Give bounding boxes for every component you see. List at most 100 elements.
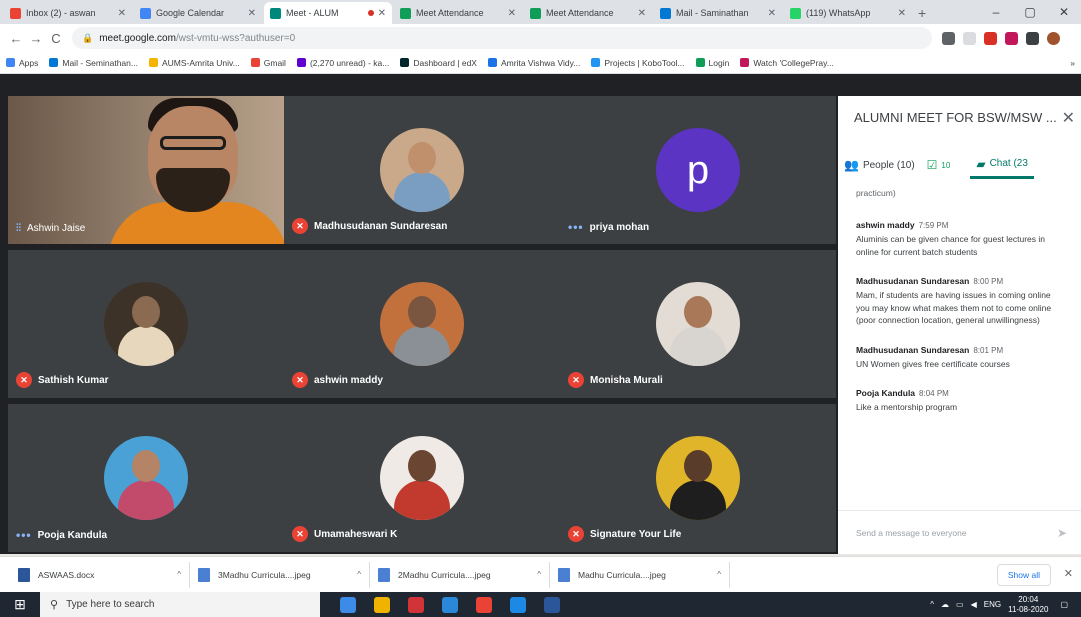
download-options-caret-icon[interactable]: ^ — [177, 570, 181, 579]
participant-tile[interactable]: ✕ Sathish Kumar — [8, 250, 284, 398]
tab-close-icon[interactable]: ✕ — [118, 8, 126, 19]
bookmark-label: AUMS-Amrita Univ... — [161, 57, 240, 68]
forward-button[interactable]: → — [26, 31, 46, 46]
participant-name: Pooja Kandula — [37, 529, 108, 541]
new-tab-button[interactable]: + — [918, 2, 926, 24]
chevron-up-icon[interactable]: ^ — [930, 600, 934, 609]
participant-name: Monisha Murali — [590, 374, 663, 386]
puzzle-icon[interactable] — [1026, 31, 1039, 45]
taskbar-app-icon[interactable] — [476, 596, 492, 613]
tab-close-icon[interactable]: ✕ — [378, 8, 386, 19]
tab-close-icon[interactable]: ✕ — [508, 8, 516, 19]
tab-close-icon[interactable]: ✕ — [898, 8, 906, 19]
bookmarks-bar: Apps Mail - Seminathan... AUMS-Amrita Univ… — [0, 52, 1081, 74]
window-close-button[interactable]: ✕ — [1047, 0, 1081, 24]
tab-close-icon[interactable]: ✕ — [248, 8, 256, 19]
bookmark-item[interactable]: Login — [695, 58, 729, 68]
notifications-icon[interactable]: ▢ — [1060, 600, 1068, 609]
participant-tile[interactable]: ••• Pooja Kandula — [8, 404, 284, 552]
participant-tile[interactable]: ✕ Madhusudanan Sundaresan — [284, 96, 560, 244]
tab-favicon-icon — [530, 7, 541, 19]
show-all-button[interactable]: Show all — [996, 564, 1051, 586]
language-indicator[interactable]: ENG — [984, 600, 1001, 609]
tab-title: Meet Attendance — [546, 8, 614, 18]
taskbar-app-icon[interactable] — [442, 596, 458, 613]
bookmark-item[interactable]: Projects | KoboTool... — [591, 58, 685, 68]
participant-avatar — [380, 436, 464, 520]
taskbar-app-icon[interactable] — [408, 596, 424, 613]
bookmark-item[interactable]: Mail - Seminathan... — [49, 58, 138, 68]
send-icon[interactable]: ➤ — [1057, 526, 1067, 540]
participant-tile[interactable]: ✕ ashwin maddy — [284, 250, 560, 398]
taskbar-search-input[interactable]: ⚲ Type here to search — [40, 592, 320, 617]
bookmark-item[interactable]: Dashboard | edX — [400, 58, 477, 68]
chat-input-placeholder: Send a message to everyone — [856, 527, 967, 538]
bookmark-item[interactable]: Amrita Vishwa Vidy... — [487, 58, 580, 68]
browser-tab[interactable]: Meet - ALUM ✕ — [264, 2, 392, 24]
download-options-caret-icon[interactable]: ^ — [717, 570, 721, 579]
download-item[interactable]: 2Madhu Curricula....jpeg ^ — [370, 561, 550, 588]
more-options-icon[interactable]: ••• — [16, 528, 32, 542]
participant-tile[interactable]: p ••• priya mohan — [560, 96, 836, 244]
tab-people[interactable]: 👥 People (10) — [838, 151, 921, 179]
star-icon[interactable] — [963, 31, 976, 45]
downloads-close-button[interactable]: ✕ — [1064, 567, 1073, 580]
url-input[interactable]: 🔒 meet.google.com /wst-vmtu-wss?authuser… — [72, 27, 932, 49]
chat-input[interactable]: Send a message to everyone ➤ — [838, 510, 1081, 554]
clock[interactable]: 20:04 11-08-2020 — [1008, 595, 1048, 615]
bookmarks-more-button[interactable]: » — [1070, 58, 1075, 68]
participant-tile[interactable]: ✕ Signature Your Life — [560, 404, 836, 552]
more-options-icon[interactable]: ••• — [568, 220, 584, 234]
bookmark-item[interactable]: (2,270 unread) - ka... — [296, 58, 389, 68]
bookmark-item[interactable]: Apps — [6, 58, 38, 68]
tab-tasks[interactable]: ☑ 10 — [921, 151, 957, 179]
extension-icon[interactable] — [984, 31, 997, 45]
chat-message: Pooja Kandula 8:04 PM Like a mentorship pr… — [856, 388, 1063, 414]
volume-icon[interactable]: ◀ — [971, 600, 977, 609]
taskbar-app-icon[interactable] — [374, 596, 390, 613]
camera-icon[interactable] — [942, 31, 955, 45]
download-options-caret-icon[interactable]: ^ — [357, 570, 361, 579]
back-button[interactable]: ← — [6, 31, 26, 46]
browser-tab[interactable]: Meet Attendance ✕ — [394, 2, 522, 24]
bookmark-item[interactable]: Watch 'CollegePray... — [740, 58, 834, 68]
minimize-button[interactable]: – — [979, 0, 1013, 24]
tab-favicon-icon — [790, 7, 801, 19]
download-item[interactable]: Madhu Curricula....jpeg ^ — [550, 561, 730, 588]
panel-close-button[interactable]: ✕ — [1062, 108, 1075, 128]
participant-tile[interactable]: ⫶⫶ Ashwin Jaise — [8, 96, 284, 244]
browser-tab[interactable]: Meet Attendance ✕ — [524, 2, 652, 24]
reload-button[interactable]: C — [46, 31, 66, 46]
tab-close-icon[interactable]: ✕ — [638, 8, 646, 19]
taskbar-app-icon[interactable] — [340, 596, 356, 613]
download-item[interactable]: 3Madhu Curricula....jpeg ^ — [190, 561, 370, 588]
participant-name: Umamaheswari K — [314, 528, 398, 540]
battery-icon[interactable]: ▭ — [956, 600, 964, 609]
bookmark-label: Apps — [19, 57, 39, 68]
maximize-button[interactable]: ▢ — [1013, 0, 1047, 24]
taskbar-app-icon[interactable] — [544, 596, 560, 613]
taskbar-app-icon[interactable] — [510, 596, 526, 613]
participant-tile[interactable]: ✕ Umamaheswari K — [284, 404, 560, 552]
bookmark-item[interactable]: AUMS-Amrita Univ... — [148, 57, 240, 68]
network-icon[interactable]: ☁ — [941, 600, 949, 609]
browser-tab[interactable]: (119) WhatsApp ✕ — [784, 2, 912, 24]
taskbar: ⊞ ⚲ Type here to search ^ ☁ ▭ ◀ ENG 20:0… — [0, 592, 1081, 617]
extension-icon[interactable] — [1005, 31, 1018, 45]
avatar-head-shape — [684, 296, 712, 328]
tab-chat[interactable]: ▰ Chat (23 — [970, 151, 1034, 179]
tab-close-icon[interactable]: ✕ — [768, 8, 776, 19]
participant-name-label: ✕ ashwin maddy — [292, 372, 383, 388]
profile-avatar[interactable] — [1047, 31, 1060, 45]
browser-tab[interactable]: Inbox (2) - aswan ✕ — [4, 2, 132, 24]
browser-tab[interactable]: Mail - Saminathan ✕ — [654, 2, 782, 24]
download-item[interactable]: ASWAAS.docx ^ — [10, 561, 190, 588]
bookmark-icon — [740, 58, 750, 67]
bookmark-item[interactable]: Gmail — [250, 58, 286, 68]
chat-timestamp: 8:00 PM — [973, 277, 1004, 286]
download-options-caret-icon[interactable]: ^ — [537, 570, 541, 579]
participant-tile[interactable]: ✕ Monisha Murali — [560, 250, 836, 398]
windows-start-button[interactable]: ⊞ — [0, 592, 40, 617]
bookmark-label: Mail - Seminathan... — [62, 57, 138, 68]
browser-tab[interactable]: Google Calendar ✕ — [134, 2, 262, 24]
